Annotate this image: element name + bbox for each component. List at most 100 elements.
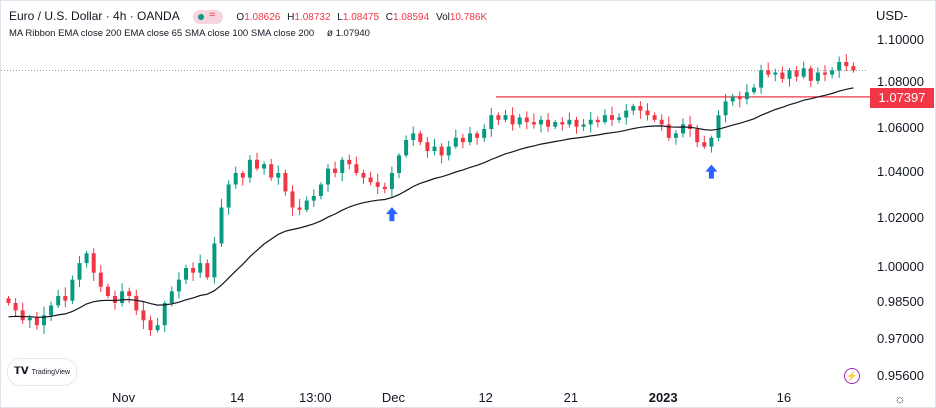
candle-down <box>361 173 366 178</box>
candle-up <box>553 122 558 127</box>
candle-down <box>780 72 785 79</box>
time-tick-label: 21 <box>563 390 579 405</box>
candle-down <box>595 119 600 123</box>
indicator-value: 1.07940 <box>335 28 370 39</box>
level-price-label: 1.07397 <box>870 88 934 108</box>
time-tick-label: 12 <box>478 390 493 405</box>
market-open-dot-icon <box>198 13 205 20</box>
candle-down <box>269 164 274 178</box>
candle-up <box>837 62 842 71</box>
candle-up <box>56 296 61 306</box>
candle-up <box>716 115 721 138</box>
candle-down <box>510 115 515 125</box>
candle-up <box>681 124 685 134</box>
candle-up <box>276 173 281 178</box>
candle-up <box>262 164 267 169</box>
candle-up <box>468 133 472 143</box>
price-tick-label: 1.10000 <box>877 32 924 47</box>
candle-up <box>581 124 586 127</box>
ohlc-values: O1.08626 H1.08732 L1.08475 C1.08594 Vol1… <box>236 12 491 23</box>
candle-up <box>219 207 224 244</box>
candle-down <box>382 186 387 190</box>
price-tick-label: 0.95600 <box>877 368 924 383</box>
candle-down <box>127 291 132 296</box>
candle-up <box>155 325 160 331</box>
candle-down <box>13 303 18 311</box>
candle-down <box>695 129 700 143</box>
candle-up <box>830 70 835 75</box>
wave-icon: ≈ <box>209 8 216 21</box>
candle-up <box>489 115 494 129</box>
candle-up <box>617 117 622 120</box>
candle-up <box>773 72 778 75</box>
candle-down <box>347 159 352 165</box>
candle-down <box>418 133 423 143</box>
tradingview-logo-icon: 𝗧𝗩 <box>14 366 29 377</box>
candle-up <box>84 253 89 264</box>
close-value: 1.08594 <box>393 12 430 23</box>
candle-down <box>375 182 380 187</box>
candle-down <box>560 122 565 125</box>
candle-up <box>503 115 508 120</box>
candle-down <box>91 253 96 273</box>
tradingview-logo[interactable]: 𝗧𝗩 TradingView <box>7 358 77 386</box>
candle-up <box>226 184 231 208</box>
candle-down <box>524 117 529 123</box>
candle-up <box>389 173 394 190</box>
candle-down <box>240 173 245 178</box>
time-tick-label: Nov <box>112 390 136 405</box>
price-tick-label: 0.97000 <box>877 331 924 346</box>
candle-up <box>247 159 252 178</box>
candle-up <box>411 133 416 140</box>
candle-down <box>6 298 11 303</box>
time-tick-label: 13:00 <box>299 390 332 405</box>
candle-up <box>588 119 593 125</box>
candle-down <box>105 286 110 296</box>
candle-down <box>20 310 25 321</box>
candle-up <box>730 96 735 102</box>
candle-down <box>354 164 359 173</box>
candle-down <box>134 296 139 311</box>
symbol-title[interactable]: Euro / U.S. Dollar · 4h · OANDA <box>9 9 180 23</box>
candle-up <box>709 137 714 147</box>
candle-down <box>425 142 430 151</box>
candle-up <box>212 243 217 278</box>
price-plot[interactable] <box>1 1 936 408</box>
candle-down <box>283 173 288 192</box>
currency-label: USD <box>876 8 904 23</box>
candle-up <box>233 173 238 185</box>
candle-down <box>98 272 103 287</box>
candle-down <box>531 122 536 125</box>
candle-up <box>27 317 32 321</box>
candle-up <box>340 159 345 173</box>
candle-up <box>198 263 203 273</box>
candle-down <box>851 66 856 71</box>
candle-up <box>759 70 764 88</box>
bolt-icon[interactable]: ⚡ <box>844 368 860 384</box>
close-label: C <box>385 12 394 23</box>
price-tick-label: 1.06000 <box>877 120 924 135</box>
candle-down <box>113 296 117 303</box>
price-tick-label: 1.04000 <box>877 164 924 179</box>
candle-down <box>439 146 444 156</box>
high-value: 1.08732 <box>294 12 331 23</box>
candle-up <box>787 70 792 79</box>
candle-up <box>517 117 522 125</box>
settings-gear-icon[interactable]: ☼ <box>894 391 906 406</box>
candle-up <box>397 155 401 173</box>
indicator-legend[interactable]: MA Ribbon EMA close 200 EMA close 65 SMA… <box>9 28 370 39</box>
candle-up <box>49 305 54 316</box>
vol-value: 10.786K <box>449 12 488 23</box>
candle-up <box>432 146 437 151</box>
candle-down <box>737 96 742 100</box>
candle-down <box>574 119 579 127</box>
candle-up <box>673 133 678 138</box>
candle-up <box>624 110 629 118</box>
candle-up <box>752 87 756 93</box>
market-status-pill[interactable]: ≈ <box>193 8 224 24</box>
tradingview-name: TradingView <box>31 369 71 376</box>
candle-down <box>141 310 146 321</box>
currency-selector[interactable]: USD- <box>876 8 908 23</box>
price-tick-label: 1.00000 <box>877 259 924 274</box>
candle-down <box>645 110 650 116</box>
